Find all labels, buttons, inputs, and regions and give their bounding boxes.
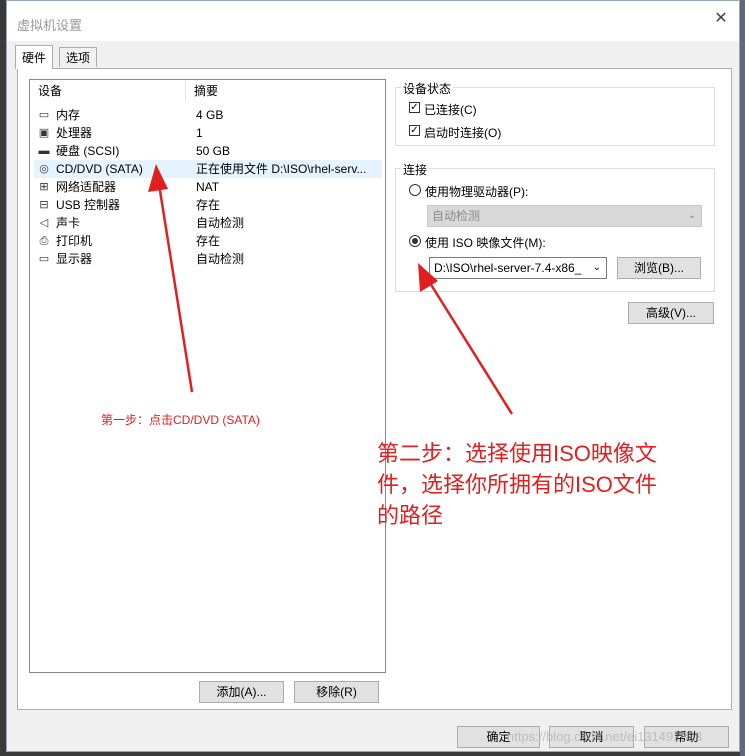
tab-hardware[interactable]: 硬件 (15, 45, 54, 69)
arrow-step2 (418, 263, 514, 415)
arrow-step1 (148, 164, 194, 393)
annotation-arrows (148, 164, 514, 415)
